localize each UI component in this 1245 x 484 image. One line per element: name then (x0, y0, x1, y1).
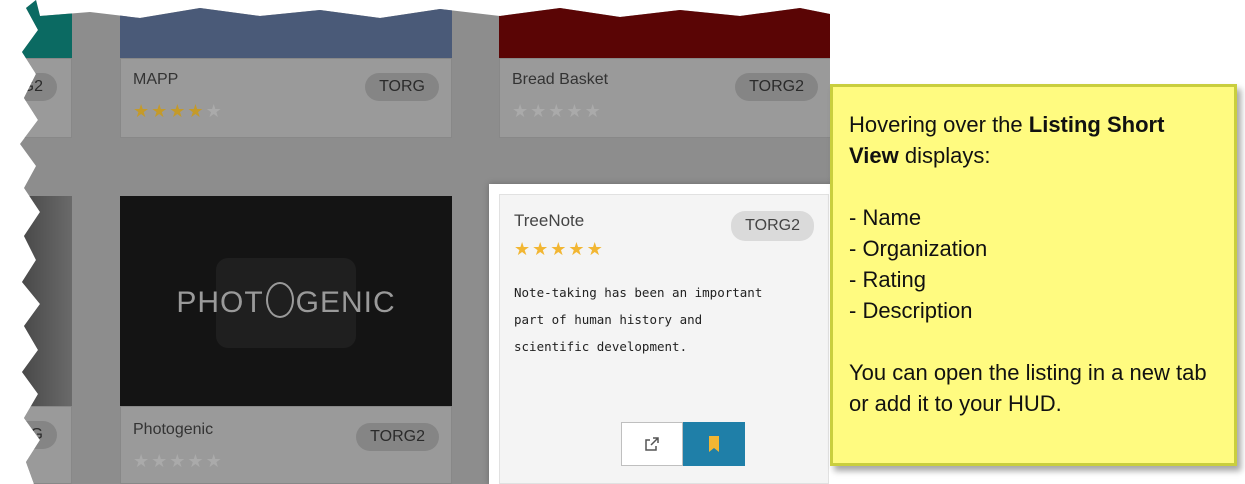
star-icon: ★ (205, 101, 224, 122)
listing-card[interactable]: TORG (20, 406, 72, 484)
rating-stars: ★★★★★ (514, 239, 605, 260)
description-line: scientific development. (514, 339, 688, 354)
listing-name: Bread Basket (512, 71, 609, 88)
organization-badge: TORG (365, 73, 439, 101)
listing-image-mapp (120, 0, 452, 58)
listing-card-mapp[interactable]: MAPP TORG ★★★★★ (120, 58, 452, 138)
star-icon: ★ (187, 451, 206, 472)
annotation-callout: Hovering over the Listing Short View dis… (830, 84, 1237, 466)
star-icon: ★ (169, 101, 188, 122)
description-line: part of human history and (514, 312, 703, 327)
listing-name: MAPP (133, 71, 179, 88)
star-icon: ★ (566, 101, 585, 122)
open-in-new-tab-button[interactable] (621, 422, 683, 466)
callout-item: - Rating (849, 267, 927, 292)
aperture-icon (265, 282, 294, 318)
callout-item: - Organization (849, 236, 988, 261)
callout-item: - Description (849, 298, 973, 323)
star-icon: ★ (187, 101, 206, 122)
listing-name: TreeNote (514, 211, 585, 230)
listing-card-photogenic[interactable]: Photogenic TORG2 ★★★★★ (120, 406, 452, 484)
rating-stars: ★★★★★ (133, 101, 224, 122)
star-icon: ★ (512, 101, 531, 122)
listing-image-teal (20, 0, 72, 58)
star-icon: ★ (133, 451, 152, 472)
star-icon: ★ (514, 239, 533, 260)
listing-grid-screenshot: TORG2 MAPP TORG ★★★★★ Bread Basket TORG2… (20, 0, 850, 484)
organization-badge: TORG2 (20, 73, 57, 101)
star-icon: ★ (151, 101, 170, 122)
star-icon: ★ (530, 101, 549, 122)
star-icon: ★ (568, 239, 587, 260)
listing-image-left (20, 196, 72, 406)
listing-image-bread-basket (499, 0, 831, 58)
bookmark-icon (709, 436, 719, 452)
description-line: Note-taking has been an important (514, 285, 763, 300)
callout-intro: Hovering over the Listing Short View dis… (849, 112, 1165, 168)
external-link-icon (645, 437, 659, 451)
star-icon: ★ (548, 101, 567, 122)
logo-text: GENIC (295, 286, 396, 319)
star-icon: ★ (151, 451, 170, 472)
rating-stars: ★★★★★ (133, 451, 224, 472)
logo-text: PHOT (176, 286, 264, 319)
organization-badge: TORG (20, 421, 57, 449)
star-icon: ★ (169, 451, 188, 472)
logo: PHOT GENIC (120, 282, 452, 320)
organization-badge: TORG2 (356, 423, 439, 451)
add-to-hud-button[interactable] (683, 422, 745, 466)
listing-description: Note-taking has been an important part o… (514, 279, 824, 360)
listing-short-view[interactable]: TreeNote TORG2 ★★★★★ Note-taking has bee… (489, 184, 850, 484)
listing-image-photogenic: PHOT GENIC (120, 196, 452, 406)
organization-badge: TORG2 (731, 211, 814, 241)
listing-name: Photogenic (133, 421, 214, 438)
listing-card[interactable]: TORG2 (20, 58, 72, 138)
organization-badge: TORG2 (735, 73, 818, 101)
callout-footer: You can open the listing in a new tab or… (849, 360, 1207, 416)
star-icon: ★ (532, 239, 551, 260)
rating-stars: ★★★★★ (512, 101, 603, 122)
star-icon: ★ (584, 101, 603, 122)
callout-item: - Name (849, 205, 922, 230)
star-icon: ★ (205, 451, 224, 472)
star-icon: ★ (133, 101, 152, 122)
listing-short-view-content: TreeNote TORG2 ★★★★★ Note-taking has bee… (499, 194, 829, 484)
star-icon: ★ (550, 239, 569, 260)
star-icon: ★ (586, 239, 605, 260)
listing-card-bread-basket[interactable]: Bread Basket TORG2 ★★★★★ (499, 58, 831, 138)
